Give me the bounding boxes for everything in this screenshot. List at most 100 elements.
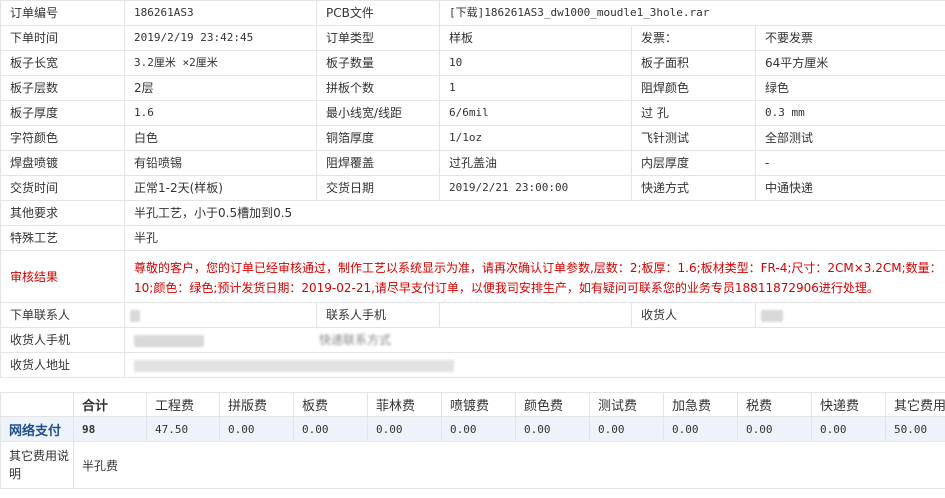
order-row-board-size: 板子长宽 3.2厘米 ×2厘米 板子数量 10 板子面积 64平方厘米 <box>0 50 945 76</box>
field-value: 64平方厘米 <box>755 50 945 76</box>
field-label: 交货时间 <box>0 175 125 201</box>
field-label: 收货人 <box>631 302 756 328</box>
field-value: 1/1oz <box>439 125 632 151</box>
fee-value-6: 0.00 <box>515 416 590 442</box>
order-row-order-contact: 下单联系人 联系人手机 收货人 <box>0 302 945 328</box>
field-label: PCB文件 <box>316 0 440 26</box>
field-value: 过孔盖油 <box>439 150 632 176</box>
fee-header-4: 菲林费 <box>367 392 442 417</box>
field-label: 阻焊颜色 <box>631 75 756 101</box>
review-result-text: 尊敬的客户，您的订单已经审核通过，制作工艺以系统显示为准，请再次确认订单参数,层… <box>124 250 945 303</box>
field-value: 186261AS3 <box>124 0 317 26</box>
order-row-review: 审核结果 尊敬的客户，您的订单已经审核通过，制作工艺以系统显示为准，请再次确认订单… <box>0 250 945 303</box>
fee-header-10: 快递费 <box>811 392 886 417</box>
order-row-receiver-address: 收货人地址 <box>0 352 945 378</box>
field-value: 白色 <box>124 125 317 151</box>
field-value: 不要发票 <box>755 25 945 51</box>
field-label: 最小线宽/线距 <box>316 100 440 126</box>
field-label: 发票： <box>631 25 756 51</box>
fee-header-6: 颜色费 <box>515 392 590 417</box>
fee-value-11: 50.00 <box>885 416 945 442</box>
field-label: 特殊工艺 <box>0 225 125 251</box>
field-label: 拼板个数 <box>316 75 440 101</box>
field-label: 板子厚度 <box>0 100 125 126</box>
fee-header-7: 测试费 <box>589 392 664 417</box>
field-value: 1 <box>439 75 632 101</box>
fee-header-0: 合计 <box>73 392 147 417</box>
field-label: 板子数量 <box>316 50 440 76</box>
partial-obscured-text: 快递联系方式 <box>319 333 392 347</box>
fee-header-2: 拼版费 <box>219 392 294 417</box>
receiver-phone-value: 快递联系方式 <box>124 327 945 353</box>
contact-phone-value <box>439 302 632 328</box>
field-value: 样板 <box>439 25 632 51</box>
field-value: 半孔工艺，小于0.5槽加到0.5 <box>124 200 945 226</box>
fee-header-8: 加急费 <box>663 392 738 417</box>
field-label: 交货日期 <box>316 175 440 201</box>
order-row-other-requirements: 其他要求 半孔工艺，小于0.5槽加到0.5 <box>0 200 945 226</box>
payment-method-label: 网络支付 <box>0 416 74 442</box>
redacted-value <box>134 334 204 347</box>
field-label: 板子层数 <box>0 75 125 101</box>
field-value: 2019/2/19 23:42:45 <box>124 25 317 51</box>
field-label: 过 孔 <box>631 100 756 126</box>
field-value: 绿色 <box>755 75 945 101</box>
order-row-order-number: 订单编号 186261AS3 PCB文件 [下载]186261AS3_dw1000_m… <box>0 0 945 26</box>
redacted-value <box>761 309 783 322</box>
receiver-name-value <box>755 302 945 328</box>
field-label: 板子长宽 <box>0 50 125 76</box>
fee-value-8: 0.00 <box>663 416 738 442</box>
field-value: 2019/2/21 23:00:00 <box>439 175 632 201</box>
fee-value-4: 0.00 <box>367 416 442 442</box>
field-label: 阻焊覆盖 <box>316 150 440 176</box>
field-label: 焊盘喷镀 <box>0 150 125 176</box>
field-value: - <box>755 150 945 176</box>
order-row-receiver-phone: 收货人手机 快递联系方式 <box>0 327 945 353</box>
fee-header-row: 合计 工程费 拼版费 板费 菲林费 喷镀费 颜色费 测试费 加急费 税费 快递费 其它费用 <box>0 392 945 417</box>
field-label: 飞针测试 <box>631 125 756 151</box>
fee-header-3: 板费 <box>293 392 368 417</box>
order-row-special-process: 特殊工艺 半孔 <box>0 225 945 251</box>
field-label: 内层厚度 <box>631 150 756 176</box>
field-label: 收货人手机 <box>0 327 125 353</box>
order-row-pad-finish: 焊盘喷镀 有铅喷锡 阻焊覆盖 过孔盖油 内层厚度 - <box>0 150 945 176</box>
field-value: 半孔 <box>124 225 945 251</box>
fee-header-1: 工程费 <box>146 392 220 417</box>
field-label: 快递方式 <box>631 175 756 201</box>
order-row-board-layers: 板子层数 2层 拼板个数 1 阻焊颜色 绿色 <box>0 75 945 101</box>
fee-value-7: 0.00 <box>589 416 664 442</box>
field-label: 联系人手机 <box>316 302 440 328</box>
fee-value-3: 0.00 <box>293 416 368 442</box>
fee-table: 合计 工程费 拼版费 板费 菲林费 喷镀费 颜色费 测试费 加急费 税费 快递费 其它费用 网络支付 … <box>0 392 945 489</box>
order-row-silkscreen-color: 字符颜色 白色 铜箔厚度 1/1oz 飞针测试 全部测试 <box>0 125 945 151</box>
field-label: 铜箔厚度 <box>316 125 440 151</box>
field-label: 收货人地址 <box>0 352 125 378</box>
fee-value-2: 0.00 <box>219 416 294 442</box>
redacted-value <box>134 359 454 372</box>
pcb-file-download-link[interactable]: [下载]186261AS3_dw1000_moudle1_3hole.rar <box>439 0 945 26</box>
field-value: 10 <box>439 50 632 76</box>
field-value: 3.2厘米 ×2厘米 <box>124 50 317 76</box>
field-value: 2层 <box>124 75 317 101</box>
field-label: 字符颜色 <box>0 125 125 151</box>
field-label: 下单联系人 <box>0 302 125 328</box>
fee-value-5: 0.00 <box>441 416 516 442</box>
order-info-table: 订单编号 186261AS3 PCB文件 [下载]186261AS3_dw1000_m… <box>0 0 945 378</box>
field-value: 6/6mil <box>439 100 632 126</box>
fee-header-9: 税费 <box>737 392 812 417</box>
order-row-order-time: 下单时间 2019/2/19 23:42:45 订单类型 样板 发票： 不要发票 <box>0 25 945 51</box>
order-row-board-thickness: 板子厚度 1.6 最小线宽/线距 6/6mil 过 孔 0.3 mm <box>0 100 945 126</box>
field-label: 订单类型 <box>316 25 440 51</box>
other-fee-label: 其它费用说明 <box>0 441 74 489</box>
field-value: 全部测试 <box>755 125 945 151</box>
field-value: 正常1-2天(样板) <box>124 175 317 201</box>
review-result-label: 审核结果 <box>0 250 125 303</box>
fee-value-9: 0.00 <box>737 416 812 442</box>
fee-header-11: 其它费用 <box>885 392 945 417</box>
redacted-value <box>130 309 140 322</box>
contact-name-value <box>124 302 317 328</box>
fee-header-5: 喷镀费 <box>441 392 516 417</box>
other-fee-text: 半孔费 <box>73 441 945 489</box>
field-label: 其他要求 <box>0 200 125 226</box>
field-value: 0.3 mm <box>755 100 945 126</box>
